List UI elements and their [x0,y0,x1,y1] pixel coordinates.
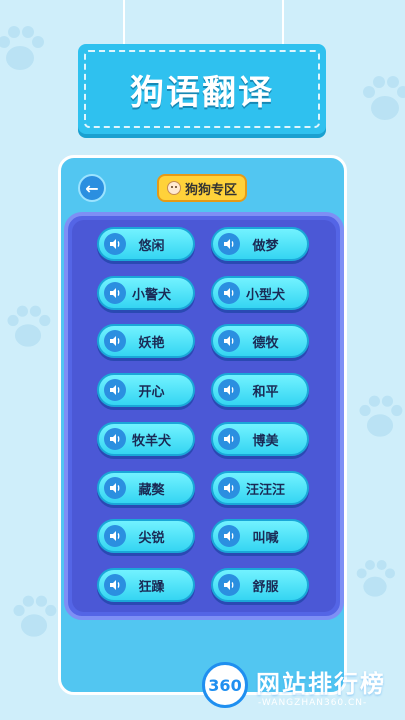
speaker-icon [104,379,126,401]
hanging-string [282,0,284,50]
zone-badge-label: 狗狗专区 [184,182,237,198]
watermark-url: -WANGZHAN360.CN- [258,698,368,708]
sound-button-label: 小警犬 [131,287,171,303]
speaker-icon [104,282,126,304]
sound-button[interactable]: 小型犬 [211,276,309,310]
sound-button[interactable]: 和平 [211,373,309,407]
sound-button-label: 狂躁 [138,579,165,595]
sound-button[interactable]: 德牧 [211,324,309,358]
sound-button-label: 叫喊 [252,530,279,546]
sound-button[interactable]: 叫喊 [211,519,309,553]
sound-button[interactable]: 悠闲 [97,227,195,261]
sound-button[interactable]: 狂躁 [97,568,195,602]
sound-button[interactable]: 汪汪汪 [211,471,309,505]
watermark-name: 网站排行榜 [256,670,386,698]
sound-button[interactable]: 牧羊犬 [97,422,195,456]
speaker-icon [218,330,240,352]
sound-button[interactable]: 舒服 [211,568,309,602]
sound-button-label: 牧羊犬 [131,433,171,449]
paw-print-decoration [352,390,405,446]
sound-button-label: 汪汪汪 [245,482,285,498]
speaker-icon [104,233,126,255]
speaker-icon [218,525,240,547]
sound-button[interactable]: 博美 [211,422,309,456]
sound-button-label: 做梦 [252,238,279,254]
sound-button-label: 妖艳 [138,335,165,351]
sound-button-label: 悠闲 [138,238,165,254]
arrow-left-icon: ← [85,178,99,198]
sound-button[interactable]: 开心 [97,373,195,407]
sound-button-label: 和平 [252,384,279,400]
dog-face-icon [166,181,181,195]
speaker-icon [218,282,240,304]
speaker-icon [218,233,240,255]
sound-button-label: 小型犬 [245,287,285,303]
speaker-icon [104,477,126,499]
speaker-icon [104,525,126,547]
sound-button[interactable]: 做梦 [211,227,309,261]
page-title: 狗语翻译 [130,72,274,113]
sound-button[interactable]: 小警犬 [97,276,195,310]
speaker-icon [218,428,240,450]
paw-print-decoration [350,555,400,605]
speaker-icon [218,379,240,401]
sound-button-label: 开心 [138,384,165,400]
speaker-icon [104,574,126,596]
speaker-icon [104,428,126,450]
hanging-string [123,0,125,50]
sound-button-label: 博美 [252,433,279,449]
sound-button-label: 藏獒 [138,482,165,498]
speaker-icon [104,330,126,352]
paw-print-decoration [0,300,56,356]
speaker-icon [218,574,240,596]
back-button[interactable]: ← [78,174,106,202]
sound-button[interactable]: 尖锐 [97,519,195,553]
sound-button[interactable]: 妖艳 [97,324,195,358]
sound-button-label: 舒服 [252,579,279,595]
watermark-logo: 360 [202,662,248,708]
paw-print-decoration [355,70,405,130]
sound-button[interactable]: 藏獒 [97,471,195,505]
zone-badge: 狗狗专区 [157,174,247,202]
sound-button-label: 德牧 [252,335,279,351]
watermark-logo-text: 360 [208,675,242,695]
paw-print-decoration [0,20,50,80]
title-banner: 狗语翻译 [78,44,326,134]
paw-print-decoration [6,590,62,646]
speaker-icon [218,477,240,499]
sound-button-label: 尖锐 [138,530,165,546]
